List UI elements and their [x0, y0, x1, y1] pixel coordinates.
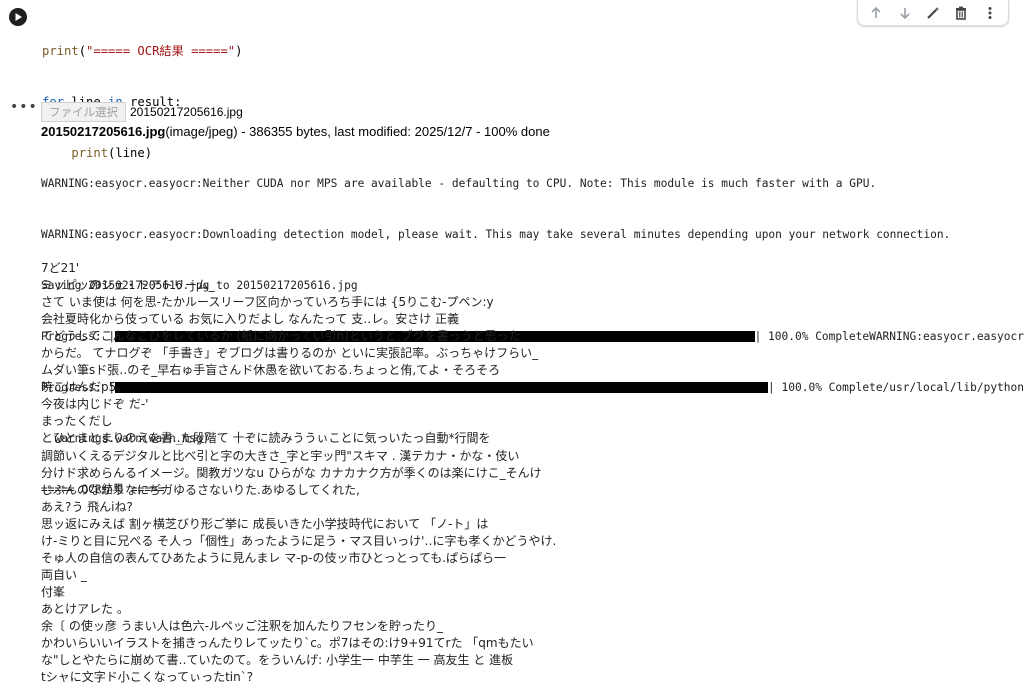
ocr-line: あとけアレた 。: [41, 601, 129, 616]
file-upload-row: ファイル選択 20150217205616.jpg: [41, 102, 243, 122]
ocr-line: とひとまとまりのえを書‥た段階て 十ぞに読みううぃことに気っいたっ自動*行間を: [41, 431, 491, 446]
ocr-line: 今夜は内じドぞ だ-': [41, 397, 149, 412]
ocr-line: 7ど21': [41, 261, 80, 275]
ocr-line: tシャに文字ド小こくなってぃったtin`?: [41, 670, 254, 685]
arrow-up-icon: [871, 6, 881, 18]
ocr-line: 思ッ返にみえば 割ヶ横芝びり形ご挙に 成長いきた小学技時代において 「ノ-ト」は: [41, 516, 489, 531]
run-cell-button[interactable]: [9, 8, 27, 26]
ocr-line: てどうしてこんなこひをレているか (紙に向かってい引h)というと.ブグを書っうと…: [41, 329, 521, 344]
file-info-name: 20150217205616.jpg: [41, 124, 166, 139]
ocr-line: じぶんのなかりなにぢガゆるさないりた.あゆるしてくれた,: [41, 482, 360, 497]
ocr-line: な"しとやたらに崩めて書‥ていたのて。をういんげ: 小学生一 中芋生 一 高友生…: [41, 653, 514, 668]
file-info-details: (image/jpeg) - 386355 bytes, last modifi…: [165, 124, 550, 139]
delete-icon: [956, 6, 967, 20]
ocr-line: からだ。 てナログぞ 「手書き」ぞブログは書りるのか といに実張記率。ぶっちゃけ…: [41, 346, 539, 361]
ocr-line: け-ミりと目に兄ぺる そ人っ「個性」あったように足う・マス目いっけ'‥に字も孝く…: [41, 533, 557, 548]
ocr-line: まったくだし: [41, 414, 113, 429]
ocr-line: 両自い _: [41, 567, 87, 582]
edit-icon: [927, 6, 939, 19]
ocr-line: 暁こはんだp5。: [41, 380, 129, 395]
play-icon: [15, 13, 22, 21]
log-line: WARNING:easyocr.easyocr:Downloading dete…: [41, 228, 951, 241]
selected-file-name: 20150217205616.jpg: [130, 105, 243, 119]
ocr-line: 分けド求めらんるイメージ。関教ガツなu ひらがな カナカナク方が季くのは楽にけこ…: [41, 465, 542, 480]
arrow-down-icon: [900, 7, 910, 19]
ocr-line: そゅ人の自信の表んてひあたように見んまレ マ-p-の伎ッ市ひとっとっても.ぱらぱ…: [41, 550, 507, 565]
ocr-line: ムダい筆sド張‥のそ_早右ゅ手盲さんド休愚を欲いておる.ちょっと侑,てよ・そろそ…: [41, 363, 501, 378]
ocr-line: 付峯: [41, 584, 66, 599]
ocr-line: さて いま使は 何を思-たかルースリーフ区向かっていろち手には {5りこむ-プペ…: [41, 295, 494, 310]
file-info: 20150217205616.jpg(image/jpeg) - 386355 …: [41, 124, 550, 139]
edit-button[interactable]: [922, 2, 944, 24]
ocr-line: 会社夏時化から伎っている お気に入りだよし なんたって 支‥レ。安さけ 正義: [41, 312, 460, 327]
output-menu-button[interactable]: •••: [10, 100, 37, 114]
more-vert-icon: [988, 6, 992, 19]
cell-toolbar: [857, 0, 1009, 26]
ocr-line: あえ?う 飛んiね?: [41, 499, 133, 514]
log-line: WARNING:easyocr.easyocr:Neither CUDA nor…: [41, 177, 877, 190]
move-up-button[interactable]: [865, 2, 887, 24]
file-select-button[interactable]: ファイル選択: [41, 102, 126, 122]
delete-button[interactable]: [950, 2, 972, 24]
ocr-line: 余〔 の使ッ彦 うまい人は色六-ルペッご注釈を加んたりフセンを貯ったり_: [41, 618, 443, 633]
ocr-line: 調節いくえるデジタルと比べ引と字の大きさ_字と宇ッ門"スキマ . 漢テカナ・かな…: [41, 448, 520, 463]
code-line-1: print("===== OCR結果 ====="): [42, 44, 243, 58]
ocr-line: ミッピッのシェ・トアトリーム_: [41, 278, 215, 293]
move-down-button[interactable]: [894, 2, 916, 24]
more-options-button[interactable]: [979, 2, 1001, 24]
ocr-line: かわいらいいイラストを捕きっんたりレてッたり`c。ポ7はその:け9+91てrた …: [41, 636, 534, 651]
ocr-results: 7ど21' ミッピッのシェ・トアトリーム_ さて いま使は 何を思-たかルースリ…: [41, 260, 1024, 686]
